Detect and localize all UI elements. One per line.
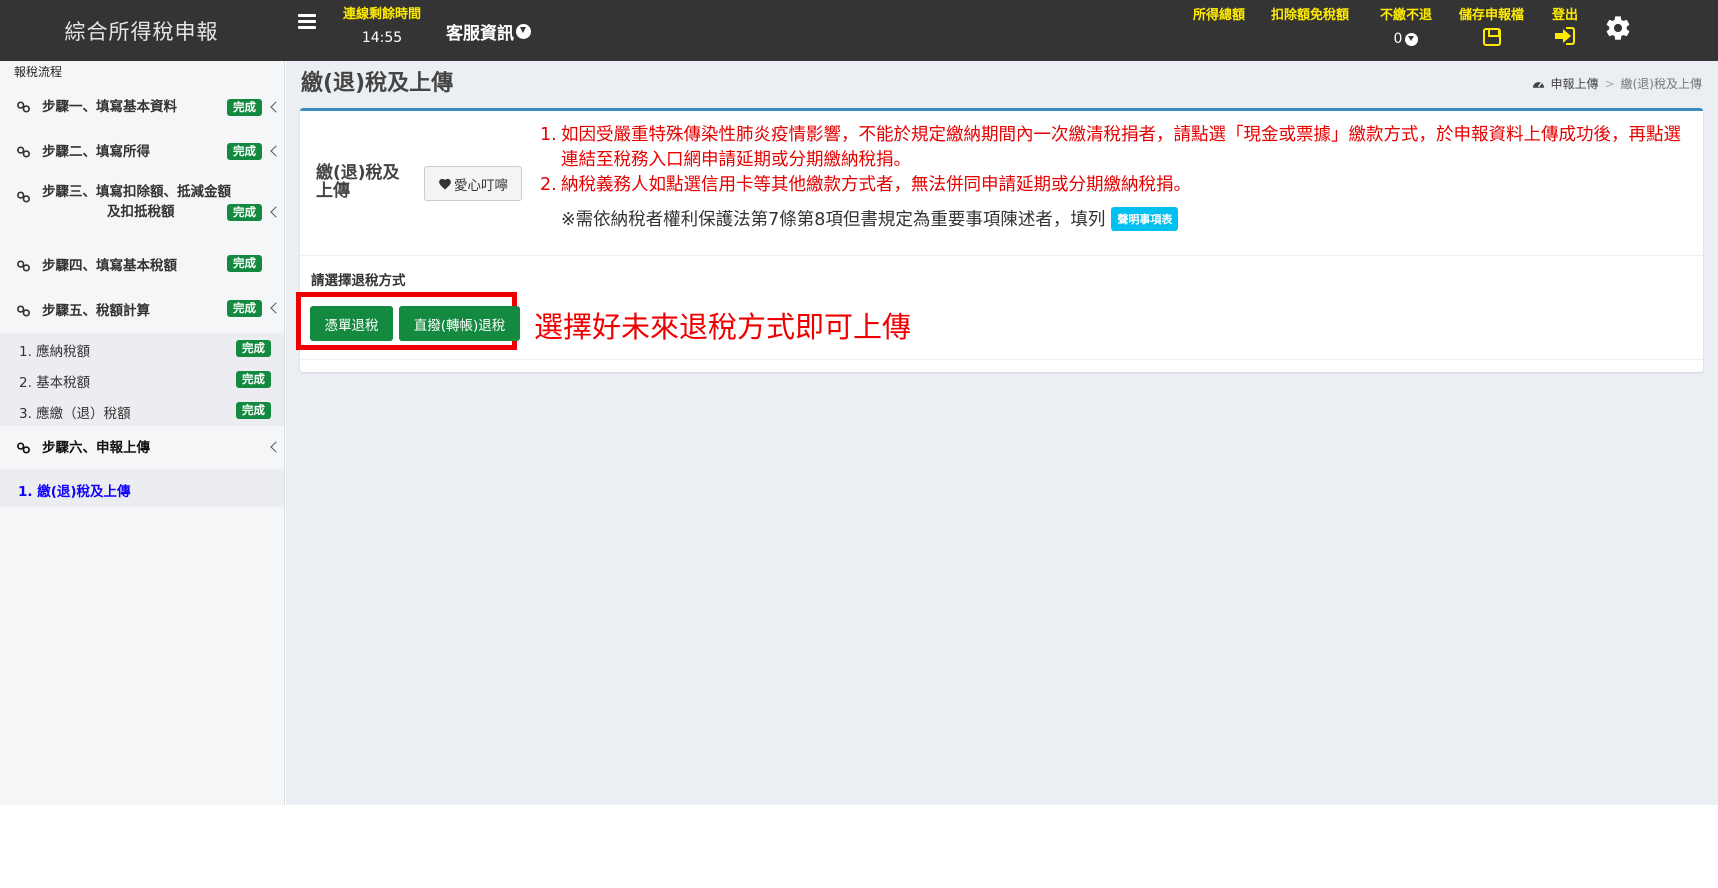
status-badge: 完成 <box>227 99 262 116</box>
nav-save-file[interactable]: 儲存申報檔 <box>1459 4 1524 50</box>
divider <box>300 255 1703 256</box>
sidebar-substep-upload-active[interactable]: 1. 繳(退)稅及上傳 <box>0 469 284 507</box>
sidebar-substep-label: 2. 基本稅額 <box>19 375 91 391</box>
arrow-circle-down-icon <box>516 24 531 39</box>
status-badge: 完成 <box>236 340 271 357</box>
dashboard-icon <box>1532 81 1544 88</box>
status-badge: 完成 <box>227 204 262 221</box>
sidebar-substep-label: 3. 應繳（退）稅額 <box>19 406 131 422</box>
menu-toggle-icon[interactable] <box>298 14 316 30</box>
notice-list: 1. 如因受嚴重特殊傳染性肺炎疫情影響，不能於規定繳納期間內一次繳清稅捐者，請點選… <box>538 123 1698 231</box>
sidebar-step-3[interactable]: 步驟三、填寫扣除額、抵減金額 及扣抵稅額 完成 <box>0 177 284 233</box>
sidebar-title: 報稅流程 <box>14 65 63 79</box>
chevron-left-icon <box>270 206 282 218</box>
heart-icon <box>439 178 451 190</box>
voucher-refund-button[interactable]: 憑單退稅 <box>310 306 393 341</box>
chevron-left-icon <box>270 145 282 157</box>
status-badge: 完成 <box>227 255 262 272</box>
main-content: 繳(退)稅及上傳 申報上傳 > 繳(退)稅及上傳 繳(退)稅及上傳 愛心叮嚀 1… <box>286 61 1718 805</box>
nav-logout-label: 登出 <box>1552 8 1579 23</box>
breadcrumb: 申報上傳 > 繳(退)稅及上傳 <box>1532 75 1702 92</box>
session-timer: 連線剩餘時間 14:55 <box>332 3 432 46</box>
link-icon <box>17 146 30 158</box>
link-icon <box>17 260 30 272</box>
care-reminder-button[interactable]: 愛心叮嚀 <box>424 166 522 201</box>
sidebar-step-label: 步驟五、稅額計算 <box>42 303 150 319</box>
status-badge: 完成 <box>227 143 262 160</box>
annotation-hint: 選擇好未來退稅方式即可上傳 <box>534 310 912 344</box>
sidebar-step-label: 步驟三、填寫扣除額、抵減金額 <box>42 184 231 200</box>
sidebar-step-label: 步驟六、申報上傳 <box>42 440 150 456</box>
link-icon <box>17 191 30 203</box>
chevron-left-icon <box>270 441 282 453</box>
care-reminder-label: 愛心叮嚀 <box>454 177 508 194</box>
status-badge: 完成 <box>236 402 271 419</box>
app-brand[interactable]: 綜合所得稅申報 <box>0 0 283 61</box>
sidebar-step-label: 步驟一、填寫基本資料 <box>42 99 177 115</box>
upload-card: 繳(退)稅及上傳 愛心叮嚀 1. 如因受嚴重特殊傳染性肺炎疫情影響，不能於規定繳納… <box>296 108 1703 372</box>
declaration-form-button[interactable]: 聲明事項表 <box>1111 206 1179 231</box>
status-badge: 完成 <box>236 371 271 388</box>
sidebar-substep-label: 1. 應納稅額 <box>19 344 91 360</box>
sidebar-step-label-line2: 及扣抵稅額 <box>107 204 175 220</box>
link-icon <box>17 101 30 113</box>
notice-item: 2. 納稅義務人如點選信用卡等其他繳款方式者，無法併同申請延期或分期繳納稅捐。 <box>540 175 1191 195</box>
sidebar-substep-label: 1. 繳(退)稅及上傳 <box>18 484 131 500</box>
nav-logout[interactable]: 登出 <box>1552 4 1578 49</box>
link-icon <box>17 442 30 454</box>
nav-income-total[interactable]: 所得總額 <box>1193 4 1245 23</box>
nav-no-pay-no-refund[interactable]: 不繳不退 0 <box>1380 4 1432 47</box>
sidebar-substep-basic-tax[interactable]: 2. 基本稅額 完成 <box>0 364 284 395</box>
page-title: 繳(退)稅及上傳 <box>301 71 454 96</box>
card-title: 繳(退)稅及上傳 <box>316 163 400 201</box>
breadcrumb-separator: > <box>1604 76 1615 91</box>
direct-transfer-refund-button[interactable]: 直撥(轉帳)退稅 <box>399 306 520 341</box>
arrow-circle-down-icon <box>1405 32 1419 46</box>
sidebar-step-2[interactable]: 步驟二、填寫所得 完成 <box>0 134 284 170</box>
service-info-label: 客服資訊 <box>446 24 514 44</box>
sidebar-step-6[interactable]: 步驟六、申報上傳 <box>0 430 284 466</box>
status-badge: 完成 <box>227 300 262 317</box>
nav-no-pay-label: 不繳不退 <box>1380 8 1433 23</box>
sidebar-substep-payable-tax[interactable]: 1. 應納稅額 完成 <box>0 333 284 364</box>
nav-no-pay-value: 0 <box>1393 31 1403 47</box>
nav-deduction-exemption[interactable]: 扣除額免稅額 <box>1271 4 1349 23</box>
chevron-left-icon <box>270 302 282 314</box>
divider <box>300 359 1703 360</box>
breadcrumb-current: 繳(退)稅及上傳 <box>1620 77 1702 91</box>
service-info-dropdown[interactable]: 客服資訊 <box>446 19 531 44</box>
nav-save-label: 儲存申報檔 <box>1459 8 1525 23</box>
link-icon <box>17 305 30 317</box>
notice-item: 1. 如因受嚴重特殊傳染性肺炎疫情影響，不能於規定繳納期間內一次繳清稅捐者，請點選… <box>540 125 1681 170</box>
sidebar-step-1[interactable]: 步驟一、填寫基本資料 完成 <box>0 89 284 125</box>
declaration-note: ※需依納稅者權利保護法第7條第8項但書規定為重要事項陳述者，填列 聲明事項表 <box>538 206 1698 231</box>
declaration-text: ※需依納稅者權利保護法第7條第8項但書規定為重要事項陳述者，填列 <box>561 210 1106 230</box>
sidebar-step-5[interactable]: 步驟五、稅額計算 完成 <box>0 293 284 329</box>
chevron-left-icon <box>270 101 282 113</box>
session-timer-label: 連線剩餘時間 <box>342 7 421 22</box>
save-icon <box>1482 28 1501 46</box>
session-timer-value: 14:55 <box>361 30 403 46</box>
sidebar-step-4[interactable]: 步驟四、填寫基本稅額 完成 <box>0 248 284 284</box>
sidebar-substep-pay-refund[interactable]: 3. 應繳（退）稅額 完成 <box>0 395 284 426</box>
sidebar-step-label: 步驟二、填寫所得 <box>42 144 150 160</box>
breadcrumb-root-link[interactable]: 申報上傳 <box>1551 75 1599 92</box>
sidebar-step-label: 步驟四、填寫基本稅額 <box>42 258 177 274</box>
gear-icon[interactable] <box>1604 14 1632 42</box>
sidebar: 報稅流程 步驟一、填寫基本資料 完成 步驟二、填寫所得 完成 步驟三、填寫扣除額… <box>0 61 285 805</box>
logout-icon <box>1555 27 1575 45</box>
top-navbar: 綜合所得稅申報 連線剩餘時間 14:55 客服資訊 所得總額 扣除額免稅額 不繳… <box>0 0 1718 61</box>
refund-method-label: 請選擇退稅方式 <box>311 273 406 289</box>
